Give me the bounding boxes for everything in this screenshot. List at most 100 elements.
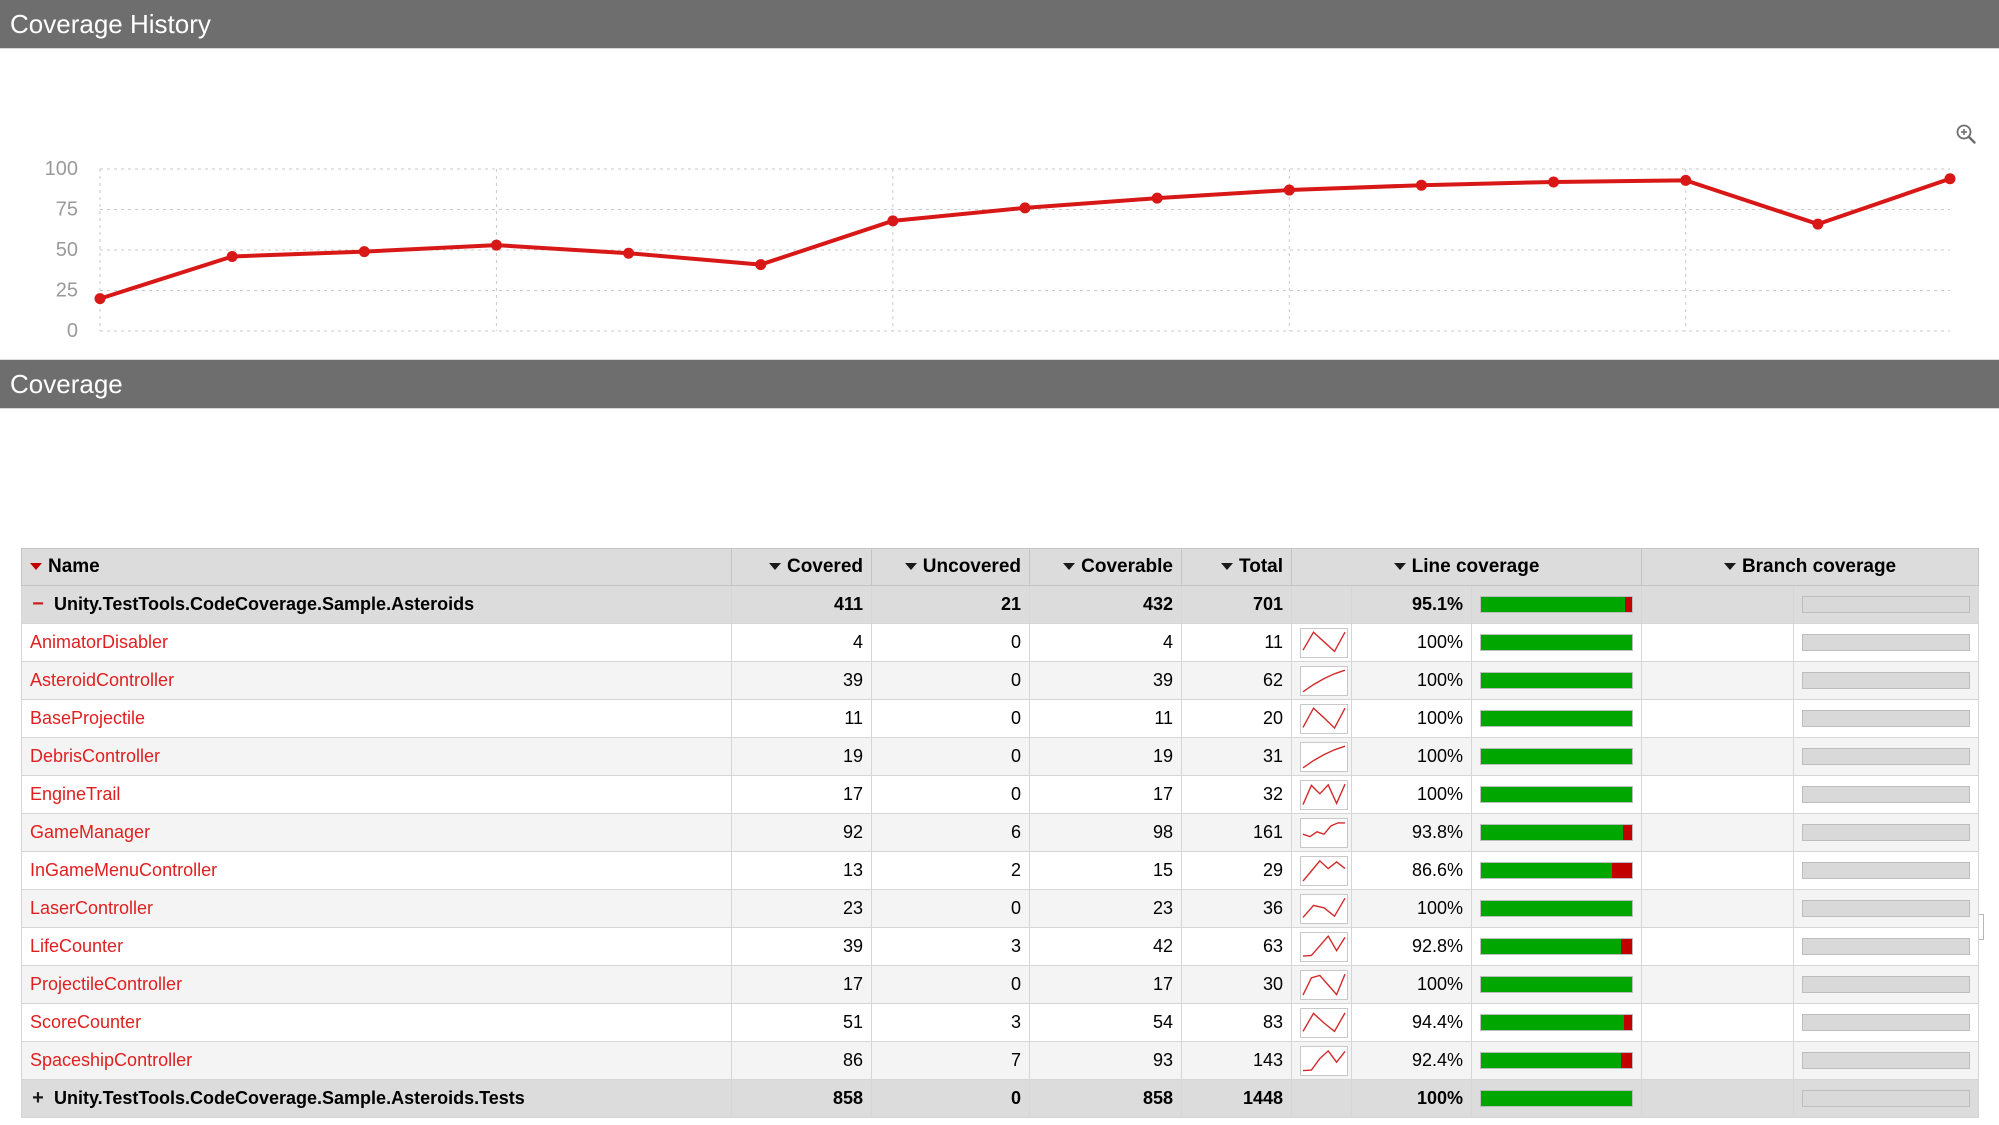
cell-uncovered: 3 xyxy=(871,927,1030,966)
column-header-uncovered[interactable]: Uncovered xyxy=(871,548,1030,586)
sort-descending-icon xyxy=(768,563,781,571)
cell-branch-coverage-bar xyxy=(1793,1003,1980,1042)
cell-branch-percentage xyxy=(1641,585,1795,624)
assembly-name: Unity.TestTools.CodeCoverage.Sample.Aste… xyxy=(54,594,475,614)
coverage-header: Coverage xyxy=(0,360,1999,409)
class-link[interactable]: LaserController xyxy=(30,898,153,918)
cell-line-percentage: 100% xyxy=(1351,661,1472,700)
cell-line-percentage: 92.8% xyxy=(1351,927,1472,966)
class-link[interactable]: LifeCounter xyxy=(30,936,123,956)
table-row: AnimatorDisabler 4 0 4 11 100% xyxy=(21,623,1980,662)
column-header-branch-coverage[interactable]: Branch coverage xyxy=(1641,548,1980,586)
cell-uncovered: 0 xyxy=(871,775,1030,814)
cell-uncovered: 3 xyxy=(871,1003,1030,1042)
cell-line-percentage: 92.4% xyxy=(1351,1041,1472,1080)
column-header-name-label: Name xyxy=(48,556,100,577)
cell-total: 143 xyxy=(1181,1041,1292,1080)
coverage-table-wrapper: Name Covered Uncovered Coverable Total L… xyxy=(21,548,1980,1118)
svg-text:50: 50 xyxy=(56,239,78,261)
column-header-total[interactable]: Total xyxy=(1181,548,1292,586)
covered-portion xyxy=(1481,635,1633,650)
class-link[interactable]: ProjectileController xyxy=(30,974,182,994)
coverage-sparkline xyxy=(1302,1011,1346,1032)
coverage-sparkline xyxy=(1302,783,1346,805)
class-link[interactable]: SpaceshipController xyxy=(30,1050,192,1070)
cell-coverable: 17 xyxy=(1029,775,1182,814)
sparkline-box xyxy=(1300,1045,1348,1076)
cell-total: 29 xyxy=(1181,851,1292,890)
cell-total: 32 xyxy=(1181,775,1292,814)
class-link[interactable]: EngineTrail xyxy=(30,784,120,804)
class-link[interactable]: AnimatorDisabler xyxy=(30,632,168,652)
cell-line-sparkline xyxy=(1291,1003,1352,1042)
cell-total: 11 xyxy=(1181,623,1292,662)
column-header-coverable-label: Coverable xyxy=(1081,556,1173,577)
column-header-branch-coverage-label: Branch coverage xyxy=(1741,556,1897,577)
cell-line-coverage-bar xyxy=(1470,813,1643,852)
cell-branch-coverage-bar xyxy=(1793,1041,1980,1080)
cell-coverable: 858 xyxy=(1029,1079,1182,1118)
column-header-covered-label: Covered xyxy=(786,556,863,577)
coverage-sparkline xyxy=(1302,1049,1346,1071)
cell-line-coverage-bar xyxy=(1470,1003,1643,1042)
cell-branch-coverage-bar xyxy=(1793,737,1980,776)
branch-coverage-bar xyxy=(1802,1052,1971,1069)
sort-descending-icon xyxy=(904,563,917,571)
cell-coverable: 98 xyxy=(1029,813,1182,852)
cell-line-percentage: 100% xyxy=(1351,623,1472,662)
cell-branch-percentage xyxy=(1641,889,1795,928)
class-link[interactable]: ScoreCounter xyxy=(30,1012,141,1032)
magnifier-plus-icon[interactable] xyxy=(1955,123,1977,145)
cell-uncovered: 2 xyxy=(871,851,1030,890)
cell-line-percentage: 86.6% xyxy=(1351,851,1472,890)
column-header-line-coverage-label: Line coverage xyxy=(1411,556,1540,577)
cell-line-coverage-bar xyxy=(1470,851,1643,890)
branch-coverage-bar xyxy=(1802,672,1971,689)
table-row: LaserController 23 0 23 36 100% xyxy=(21,889,1980,928)
cell-branch-coverage-bar xyxy=(1793,965,1980,1004)
class-link[interactable]: InGameMenuController xyxy=(30,860,217,880)
cell-branch-percentage xyxy=(1641,661,1795,700)
class-link[interactable]: GameManager xyxy=(30,822,150,842)
line-coverage-bar xyxy=(1480,1090,1634,1107)
line-coverage-bar xyxy=(1480,976,1634,993)
class-link[interactable]: DebrisController xyxy=(30,746,160,766)
cell-line-percentage: 100% xyxy=(1351,965,1472,1004)
cell-line-coverage-bar xyxy=(1470,661,1643,700)
cell-branch-coverage-bar xyxy=(1793,927,1980,966)
covered-portion xyxy=(1481,711,1633,726)
cell-branch-percentage xyxy=(1641,699,1795,738)
table-row: DebrisController 19 0 19 31 100% xyxy=(21,737,1980,776)
cell-branch-percentage xyxy=(1641,965,1795,1004)
column-header-name[interactable]: Name xyxy=(21,548,732,586)
cell-branch-percentage xyxy=(1641,737,1795,776)
collapse-icon[interactable]: − xyxy=(30,594,46,614)
branch-coverage-bar xyxy=(1802,710,1971,727)
cell-line-percentage: 93.8% xyxy=(1351,813,1472,852)
cell-line-sparkline xyxy=(1291,623,1352,662)
table-row: ProjectileController 17 0 17 30 100% xyxy=(21,965,1980,1004)
line-coverage-bar xyxy=(1480,1052,1634,1069)
class-link[interactable]: AsteroidController xyxy=(30,670,174,690)
cell-name: AsteroidController xyxy=(21,661,732,700)
coverage-sparkline xyxy=(1302,630,1346,653)
column-header-line-coverage[interactable]: Line coverage xyxy=(1290,548,1643,586)
cell-name: GameManager xyxy=(21,813,732,852)
cell-uncovered: 0 xyxy=(871,623,1030,662)
cell-branch-coverage-bar xyxy=(1793,699,1980,738)
class-link[interactable]: BaseProjectile xyxy=(30,708,145,728)
cell-line-sparkline xyxy=(1291,775,1352,814)
cell-branch-percentage xyxy=(1641,1041,1795,1080)
cell-total: 30 xyxy=(1181,965,1292,1004)
cell-line-sparkline xyxy=(1291,661,1352,700)
column-header-covered[interactable]: Covered xyxy=(731,548,872,586)
cell-line-coverage-bar xyxy=(1470,775,1643,814)
table-row: AsteroidController 39 0 39 62 100% xyxy=(21,661,1980,700)
cell-branch-percentage xyxy=(1641,1079,1795,1118)
column-header-coverable[interactable]: Coverable xyxy=(1029,548,1182,586)
cell-total: 701 xyxy=(1181,585,1292,624)
expand-icon[interactable]: + xyxy=(30,1088,46,1108)
cell-covered: 17 xyxy=(731,965,872,1004)
cell-name: LaserController xyxy=(21,889,732,928)
coverage-history-chart-panel: 0 25 50 75 100 xyxy=(0,49,1999,360)
